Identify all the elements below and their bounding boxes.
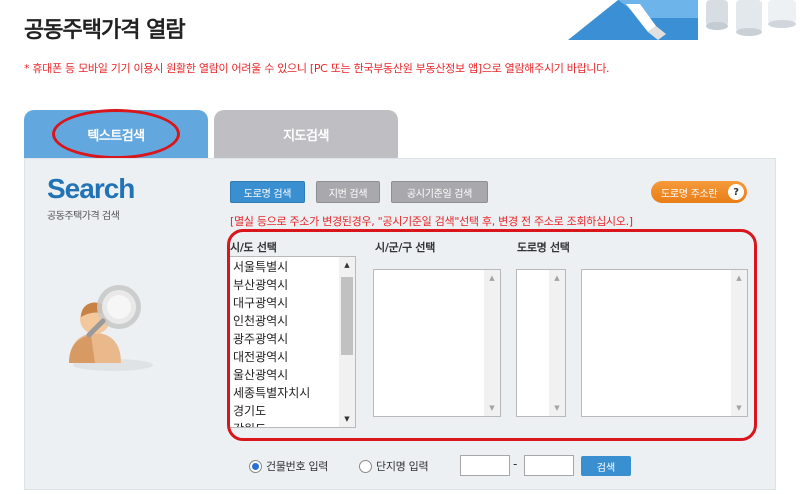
building-number-radio[interactable] (249, 459, 262, 473)
road-name-scrollbar[interactable]: ▲ ▼ (731, 270, 747, 416)
tab-map-search-label: 지도검색 (283, 128, 329, 144)
sido-options: 서울특별시 부산광역시 대구광역시 인천광역시 광주광역시 대전광역시 울산광역시 세종특별자… (232, 258, 339, 427)
sido-option[interactable]: 서울특별시 (232, 258, 339, 276)
search-button-label: 검색 (596, 462, 616, 474)
scroll-down-arrow-icon[interactable]: ▼ (484, 401, 500, 415)
scroll-up-arrow-icon[interactable]: ▲ (549, 271, 565, 285)
road-name-search-button[interactable]: 도로명 검색 (230, 181, 305, 203)
road-address-guide-button[interactable]: 도로명 주소란 ? (651, 181, 747, 203)
search-logo-subtitle: 공동주택가격 검색 (47, 211, 120, 222)
scroll-up-arrow-icon[interactable]: ▲ (731, 271, 747, 285)
announcement-date-search-button[interactable]: 공시기준일 검색 (391, 181, 488, 203)
sido-scrollbar[interactable]: ▲ ▼ (339, 257, 355, 427)
help-icon: ? (728, 184, 744, 200)
scroll-down-arrow-icon[interactable]: ▼ (339, 412, 355, 426)
tab-text-search[interactable]: 텍스트검색 (24, 110, 208, 158)
address-change-hint: [멸실 등으로 주소가 변경된경우, "공시기준일 검색"선택 후, 변경 전 … (230, 215, 633, 228)
building-number-label: 건물번호 입력 (266, 460, 329, 473)
mobile-notice: * 휴대폰 등 모바일 기기 이용시 원활한 열람이 어려울 수 있으니 [PC… (24, 62, 610, 75)
sigungu-label: 시/군/구 선택 (375, 241, 436, 254)
lot-number-search-label: 지번 검색 (328, 188, 368, 200)
complex-name-label: 단지명 입력 (376, 460, 429, 473)
scroll-down-arrow-icon[interactable]: ▼ (549, 401, 565, 415)
building-main-number-input[interactable] (460, 455, 510, 476)
sido-option[interactable]: 세종특별자치시 (232, 384, 339, 402)
sido-listbox[interactable]: 서울특별시 부산광역시 대구광역시 인천광역시 광주광역시 대전광역시 울산광역시 세종특별자… (229, 256, 356, 428)
sido-option[interactable]: 인천광역시 (232, 312, 339, 330)
sido-option[interactable]: 대구광역시 (232, 294, 339, 312)
sido-option[interactable]: 대전광역시 (232, 348, 339, 366)
number-separator: - (513, 457, 518, 471)
road-name-search-label: 도로명 검색 (243, 188, 292, 200)
road-name-listbox[interactable]: ▲ ▼ (581, 269, 748, 417)
sido-option[interactable]: 부산광역시 (232, 276, 339, 294)
building-sub-number-input[interactable] (524, 455, 574, 476)
complex-name-option[interactable]: 단지명 입력 (359, 456, 429, 476)
sigungu-scrollbar[interactable]: ▲ ▼ (484, 270, 500, 416)
sido-option[interactable]: 경기도 (232, 402, 339, 420)
complex-name-radio[interactable] (359, 459, 372, 473)
tab-map-search[interactable]: 지도검색 (214, 110, 398, 158)
lot-number-search-button[interactable]: 지번 검색 (316, 181, 380, 203)
road-label: 도로명 선택 (517, 241, 570, 254)
sido-option[interactable]: 광주광역시 (232, 330, 339, 348)
road-initial-listbox[interactable]: ▲ ▼ (516, 269, 566, 417)
scroll-up-arrow-icon[interactable]: ▲ (339, 258, 355, 272)
sigungu-listbox[interactable]: ▲ ▼ (373, 269, 501, 417)
search-logo: Search (47, 173, 135, 204)
search-panel: Search 공동주택가격 검색 도로명 검색 지번 검색 공시기준일 검색 도… (24, 158, 776, 490)
scroll-down-arrow-icon[interactable]: ▼ (731, 401, 747, 415)
sido-option[interactable]: 울산광역시 (232, 366, 339, 384)
header-illustration (548, 0, 800, 40)
road-address-guide-label: 도로명 주소란 (661, 188, 718, 200)
scroll-thumb[interactable] (341, 277, 353, 355)
scroll-up-arrow-icon[interactable]: ▲ (484, 271, 500, 285)
person-search-icon (55, 277, 155, 377)
sido-label: 시/도 선택 (230, 241, 277, 254)
tab-text-search-label: 텍스트검색 (87, 128, 145, 144)
page-title: 공동주택가격 열람 (24, 18, 186, 43)
road-initial-scrollbar[interactable]: ▲ ▼ (549, 270, 565, 416)
announcement-date-search-label: 공시기준일 검색 (406, 188, 473, 200)
building-number-option[interactable]: 건물번호 입력 (249, 456, 328, 476)
sido-option[interactable]: 강원도 (232, 420, 339, 427)
search-button[interactable]: 검색 (581, 456, 631, 476)
